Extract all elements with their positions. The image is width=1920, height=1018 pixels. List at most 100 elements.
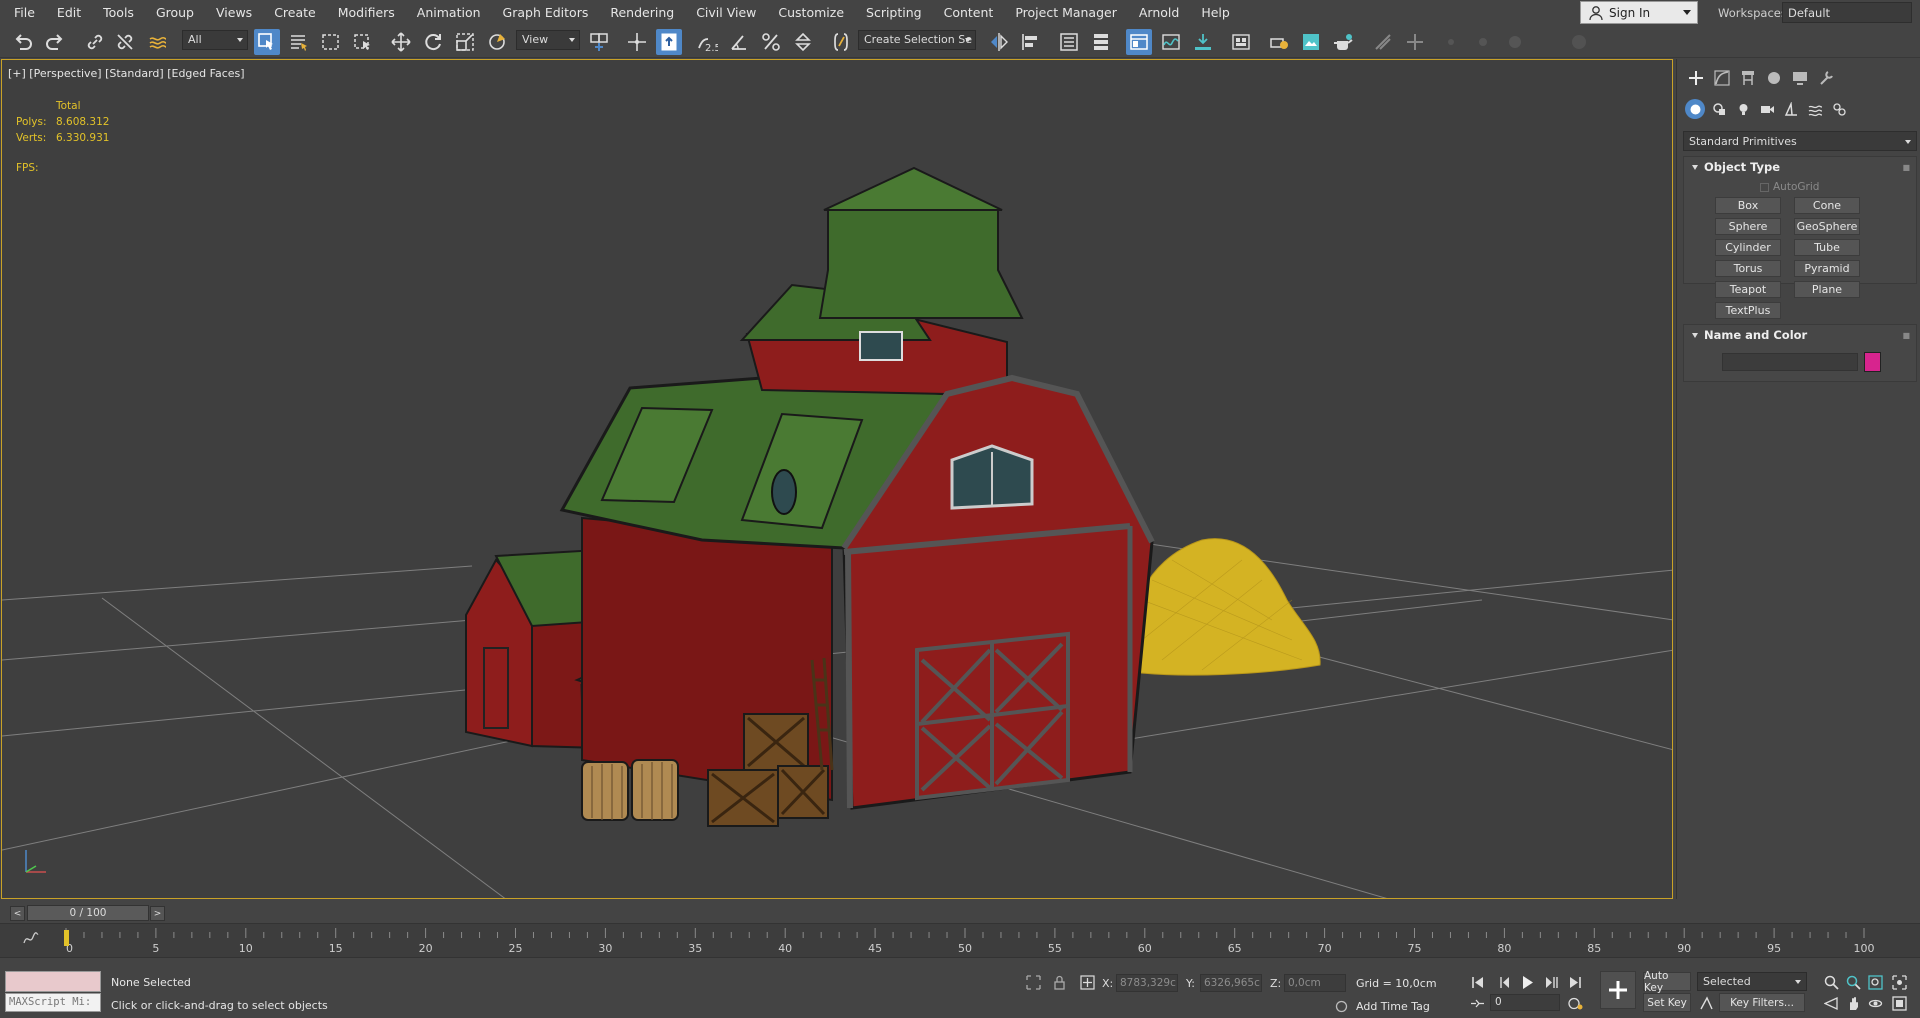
menu-content[interactable]: Content <box>933 5 1005 20</box>
undo-button[interactable] <box>10 29 36 55</box>
go-to-start-button[interactable] <box>1468 973 1486 991</box>
tube-button[interactable]: Tube <box>1794 239 1860 256</box>
window-crossing-button[interactable] <box>350 29 376 55</box>
reference-coordinate-dropdown[interactable]: View <box>516 30 580 50</box>
angle-snap-button[interactable] <box>726 29 752 55</box>
time-slider-prev-button[interactable]: < <box>10 906 25 921</box>
menu-scripting[interactable]: Scripting <box>855 5 933 20</box>
object-category-dropdown[interactable]: Standard Primitives <box>1683 131 1917 151</box>
space-warps-category[interactable] <box>1805 99 1825 119</box>
menu-animation[interactable]: Animation <box>406 5 492 20</box>
civil-view-tool-button[interactable] <box>1370 29 1396 55</box>
absolute-mode-button[interactable] <box>1078 973 1096 991</box>
systems-category[interactable] <box>1829 99 1849 119</box>
zoom-extents-all-button[interactable] <box>1890 973 1908 991</box>
y-coordinate-field[interactable]: 6326,965c <box>1200 974 1262 992</box>
autogrid-checkbox[interactable]: AutoGrid <box>1760 181 1819 193</box>
bind-space-warp-button[interactable] <box>145 29 171 55</box>
mirror-button[interactable] <box>986 29 1012 55</box>
orbit-button[interactable] <box>1866 994 1884 1012</box>
redo-button[interactable] <box>42 29 68 55</box>
menu-project-manager[interactable]: Project Manager <box>1004 5 1128 20</box>
material-editor-button[interactable] <box>1228 29 1254 55</box>
menu-civil-view[interactable]: Civil View <box>685 5 767 20</box>
shapes-category[interactable] <box>1709 99 1729 119</box>
field-of-view-button[interactable] <box>1822 994 1840 1012</box>
render-production-button[interactable] <box>1330 29 1356 55</box>
name-and-color-header[interactable]: Name and Color ■ <box>1684 325 1916 345</box>
menu-file[interactable]: File <box>0 5 46 20</box>
schematic-view-button[interactable] <box>1190 29 1216 55</box>
percent-snap-button[interactable] <box>758 29 784 55</box>
curve-editor-button[interactable] <box>1158 29 1184 55</box>
rotate-button[interactable] <box>420 29 446 55</box>
add-time-tag-button[interactable]: Add Time Tag <box>1356 1000 1430 1013</box>
select-by-name-button[interactable] <box>286 29 312 55</box>
menu-rendering[interactable]: Rendering <box>599 5 685 20</box>
key-filter-icon[interactable] <box>1697 994 1715 1012</box>
key-filters-button[interactable]: Key Filters... <box>1719 993 1805 1012</box>
scene-explorer-button[interactable] <box>1056 29 1082 55</box>
helpers-category[interactable] <box>1781 99 1801 119</box>
maxscript-listener-input[interactable]: MAXScript Mi: <box>5 993 101 1012</box>
plane-button[interactable]: Plane <box>1794 281 1860 298</box>
snaps-toggle-button[interactable]: 2.5 <box>694 29 720 55</box>
unlink-button[interactable] <box>112 29 138 55</box>
perspective-viewport[interactable]: [+] [Perspective] [Standard] [Edged Face… <box>1 59 1673 899</box>
named-selection-sets-dropdown[interactable]: Create Selection Se <box>858 30 976 50</box>
teapot-button[interactable]: Teapot <box>1715 281 1781 298</box>
textplus-button[interactable]: TextPlus <box>1715 302 1781 319</box>
tab-modify[interactable] <box>1711 67 1733 89</box>
auto-key-button[interactable]: Auto Key <box>1643 970 1691 994</box>
set-key-button[interactable]: Set Key <box>1643 993 1691 1012</box>
menu-group[interactable]: Group <box>145 5 205 20</box>
lights-category[interactable] <box>1733 99 1753 119</box>
z-coordinate-field[interactable]: 0,0cm <box>1284 974 1346 992</box>
maximize-viewport-button[interactable] <box>1890 994 1908 1012</box>
spinner-snap-button[interactable] <box>790 29 816 55</box>
cameras-category[interactable] <box>1757 99 1777 119</box>
cone-button[interactable]: Cone <box>1794 197 1860 214</box>
next-frame-button[interactable] <box>1542 973 1560 991</box>
select-object-button[interactable] <box>254 29 280 55</box>
render-setup-button[interactable] <box>1266 29 1292 55</box>
pyramid-button[interactable]: Pyramid <box>1794 260 1860 277</box>
menu-tools[interactable]: Tools <box>92 5 145 20</box>
rectangular-selection-button[interactable] <box>318 29 344 55</box>
box-button[interactable]: Box <box>1715 197 1781 214</box>
sphere-button[interactable]: Sphere <box>1715 218 1781 235</box>
object-color-swatch[interactable] <box>1864 352 1881 372</box>
layer-explorer-button[interactable] <box>1088 29 1114 55</box>
time-configuration-button[interactable] <box>1566 994 1584 1012</box>
keyboard-shortcut-override-button[interactable] <box>656 29 682 55</box>
menu-arnold[interactable]: Arnold <box>1128 5 1190 20</box>
menu-modifiers[interactable]: Modifiers <box>327 5 406 20</box>
set-keys-button[interactable] <box>1600 971 1636 1009</box>
rendered-frame-window-button[interactable] <box>1298 29 1324 55</box>
scale-button[interactable] <box>452 29 478 55</box>
maxscript-output[interactable] <box>5 971 101 992</box>
curve-editor-mini-icon[interactable] <box>22 930 40 946</box>
current-frame-marker[interactable] <box>64 930 69 946</box>
menu-views[interactable]: Views <box>205 5 263 20</box>
go-to-end-button[interactable] <box>1566 973 1584 991</box>
link-button[interactable] <box>82 29 108 55</box>
track-bar[interactable]: 0 5 10 15 20 25 30 35 40 45 50 55 60 65 70 75 80 85 90 95 10… <box>0 923 1920 957</box>
torus-button[interactable]: Torus <box>1715 260 1781 277</box>
play-button[interactable] <box>1518 973 1536 991</box>
pan-button[interactable] <box>1844 994 1862 1012</box>
tab-display[interactable] <box>1789 67 1811 89</box>
sign-in-button[interactable]: Sign In <box>1580 1 1698 24</box>
menu-create[interactable]: Create <box>263 5 327 20</box>
selection-lock-button[interactable] <box>1050 973 1068 991</box>
menu-graph-editors[interactable]: Graph Editors <box>492 5 600 20</box>
key-target-dropdown[interactable]: Selected <box>1697 972 1807 991</box>
time-slider-next-button[interactable]: > <box>150 906 165 921</box>
tab-motion[interactable] <box>1763 67 1785 89</box>
cylinder-button[interactable]: Cylinder <box>1715 239 1781 256</box>
add-tool-button[interactable] <box>1402 29 1428 55</box>
key-mode-toggle[interactable] <box>1468 994 1486 1012</box>
geosphere-button[interactable]: GeoSphere <box>1794 218 1860 235</box>
align-button[interactable] <box>1018 29 1044 55</box>
time-slider-thumb[interactable]: 0 / 100 <box>27 905 149 921</box>
